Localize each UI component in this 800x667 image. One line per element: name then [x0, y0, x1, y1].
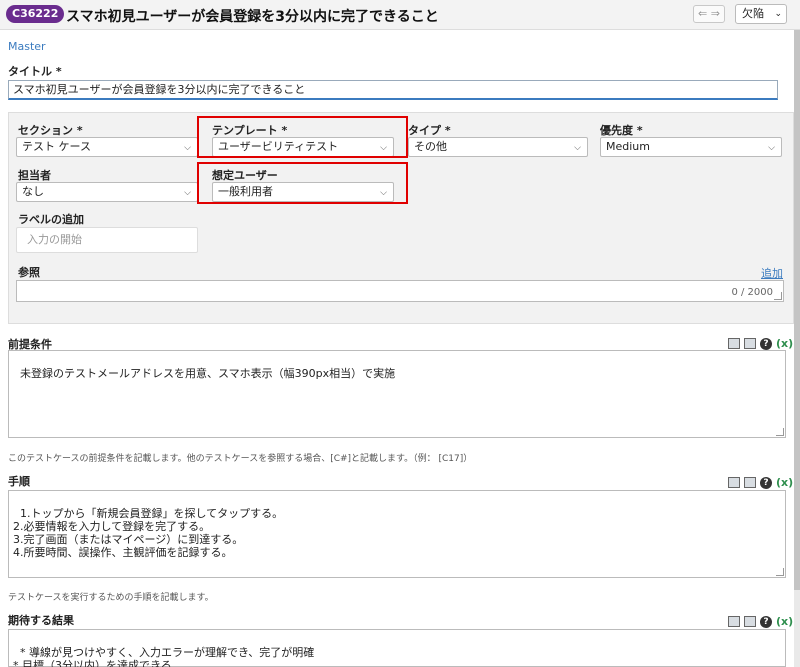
chevron-down-icon: ⌄	[774, 9, 782, 19]
highlight-template-box	[197, 116, 408, 158]
assignee-label: 担当者	[18, 169, 51, 182]
preconditions-textarea[interactable]: 未登録のテストメールアドレスを用意、スマホ表示（幅390px相当）で実施	[8, 350, 786, 438]
resize-handle-icon[interactable]	[776, 428, 784, 436]
type-label: タイプ *	[408, 124, 451, 137]
resize-handle-icon[interactable]	[776, 568, 784, 576]
assignee-value: なし	[22, 185, 44, 198]
image-icon[interactable]	[744, 616, 756, 627]
labels-input[interactable]: 入力の開始	[16, 227, 198, 253]
dropdown-arrow-icon: ⌵	[184, 188, 191, 198]
assignee-select[interactable]: なし ⌵	[16, 182, 198, 202]
priority-value: Medium	[606, 140, 650, 153]
section-label: セクション *	[18, 124, 83, 137]
expected-label: 期待する結果	[8, 614, 74, 627]
page-title: スマホ初見ユーザーが会員登録を3分以内に完了できること	[66, 9, 439, 25]
expected-textarea[interactable]: * 導線が見つけやすく、入力エラーが理解でき、完了が明確 * 目標（3分以内）を…	[8, 629, 786, 667]
section-value: テスト ケース	[22, 140, 91, 153]
type-value: その他	[414, 140, 447, 153]
steps-textarea[interactable]: 1.トップから「新規会員登録」を探してタップする。 2.必要情報を入力して登録を…	[8, 490, 786, 578]
highlight-persona-box	[197, 162, 408, 204]
scrollbar-thumb[interactable]	[794, 30, 800, 590]
title-label: タイトル *	[8, 65, 62, 78]
page-scrollbar[interactable]	[794, 30, 800, 667]
breadcrumb-master-link[interactable]: Master	[8, 40, 46, 53]
image-icon[interactable]	[744, 477, 756, 488]
section-select[interactable]: テスト ケース ⌵	[16, 137, 198, 157]
image-icon[interactable]	[744, 338, 756, 349]
table-icon[interactable]	[728, 616, 740, 627]
steps-toolbar: ? (x)	[728, 476, 793, 489]
references-char-counter: 0 / 2000	[731, 287, 773, 298]
add-reference-link[interactable]: 追加	[761, 265, 783, 281]
steps-label: 手順	[8, 475, 30, 488]
preconditions-toolbar: ? (x)	[728, 337, 793, 350]
expected-toolbar: ? (x)	[728, 615, 793, 628]
steps-text: 1.トップから「新規会員登録」を探してタップする。 2.必要情報を入力して登録を…	[13, 507, 284, 559]
status-dropdown[interactable]: 欠陥 ⌄	[735, 4, 787, 24]
steps-help-text: テストケースを実行するための手順を記載します。	[8, 593, 214, 603]
references-label: 参照	[18, 266, 40, 279]
dropdown-arrow-icon: ⌵	[574, 143, 581, 153]
markdown-icon[interactable]: (x)	[776, 476, 793, 489]
markdown-icon[interactable]: (x)	[776, 615, 793, 628]
help-icon[interactable]: ?	[760, 337, 772, 350]
expected-text: * 導線が見つけやすく、入力エラーが理解でき、完了が明確 * 目標（3分以内）を…	[13, 646, 315, 667]
title-input[interactable]: スマホ初見ユーザーが会員登録を3分以内に完了できること	[8, 80, 778, 100]
labels-label: ラベルの追加	[18, 213, 84, 226]
preconditions-help-text: このテストケースの前提条件を記載します。他のテストケースを参照する場合、[C#]…	[8, 454, 473, 464]
table-icon[interactable]	[728, 477, 740, 488]
help-icon[interactable]: ?	[760, 476, 772, 489]
markdown-icon[interactable]: (x)	[776, 337, 793, 350]
type-select[interactable]: その他 ⌵	[408, 137, 588, 157]
resize-handle-icon[interactable]	[774, 292, 782, 300]
dropdown-arrow-icon: ⌵	[184, 143, 191, 153]
case-id-badge: C36222	[6, 5, 65, 23]
prev-next-nav-button[interactable]: ⇐ ⇒	[693, 5, 725, 23]
dropdown-arrow-icon: ⌵	[768, 143, 775, 153]
preconditions-text: 未登録のテストメールアドレスを用意、スマホ表示（幅390px相当）で実施	[20, 367, 396, 380]
status-value: 欠陥	[742, 7, 764, 20]
help-icon[interactable]: ?	[760, 615, 772, 628]
references-input[interactable]: 0 / 2000	[16, 280, 784, 302]
priority-label: 優先度 *	[600, 124, 643, 137]
table-icon[interactable]	[728, 338, 740, 349]
priority-select[interactable]: Medium ⌵	[600, 137, 782, 157]
